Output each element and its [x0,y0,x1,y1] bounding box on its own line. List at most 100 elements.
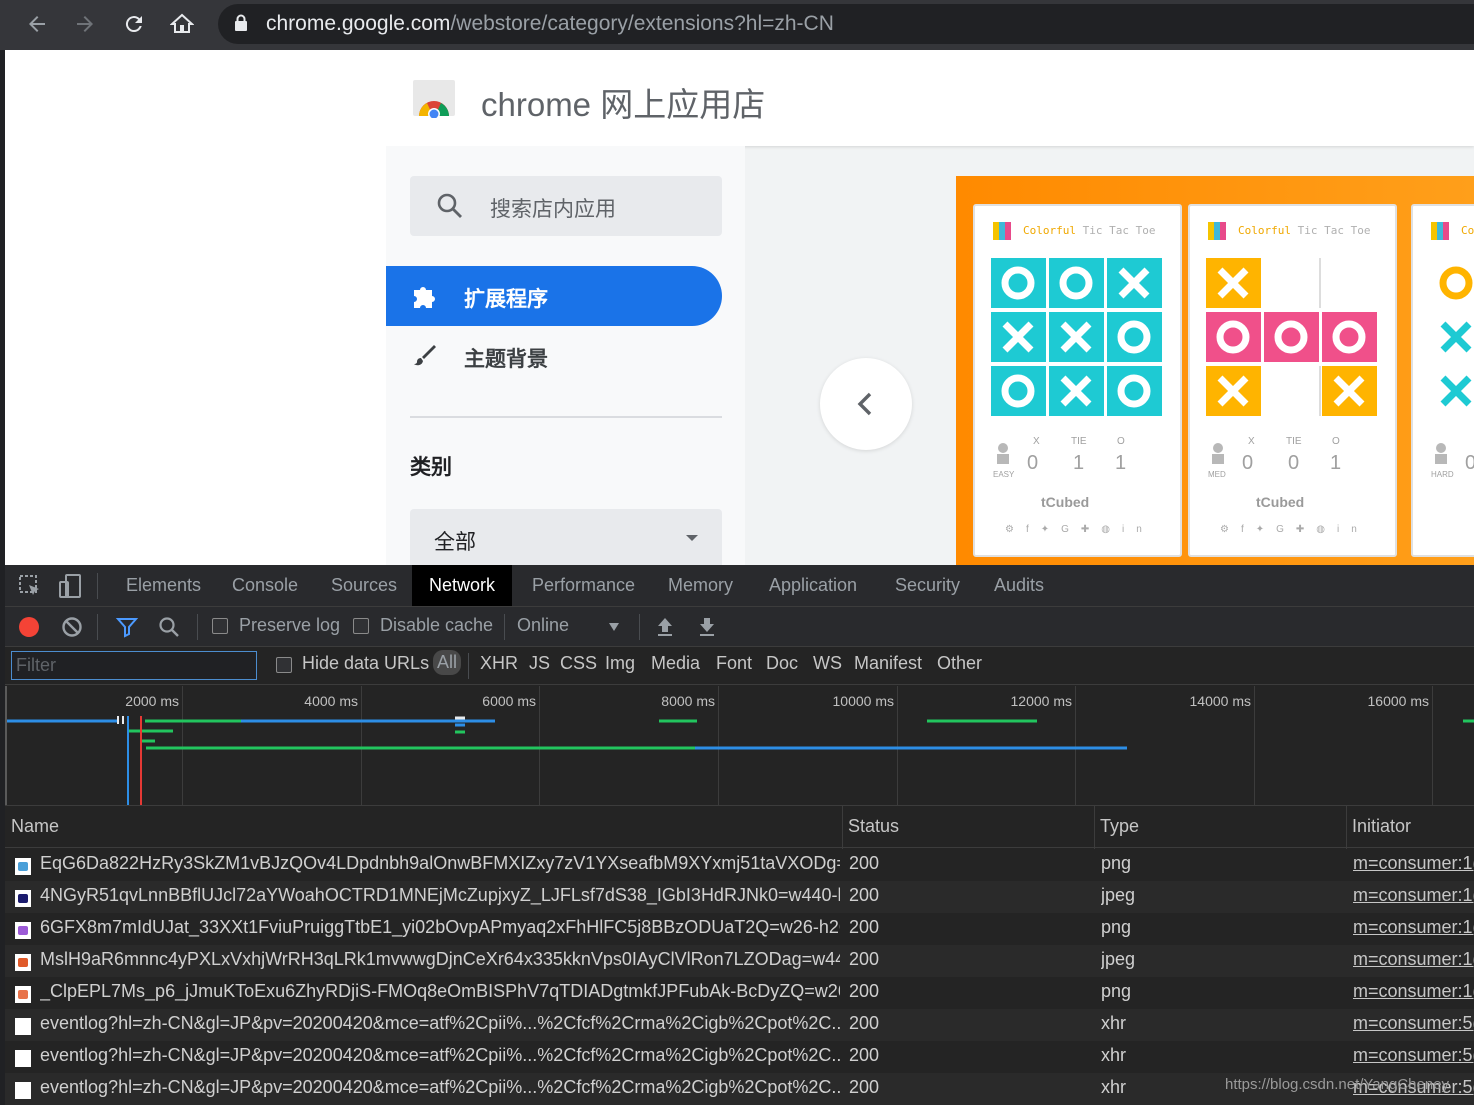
tab-audits[interactable]: Audits [977,565,1061,606]
request-name: MslH9aR6mnnc4yPXLxVxhjWrRH3qLRk1mvwwgDjn… [40,949,840,969]
game-card: Colorful Tic Tac Toe MED X TIE O 0 0 1 t… [1188,204,1397,557]
preserve-log-checkbox[interactable] [212,618,228,634]
request-initiator[interactable]: m=consumer:1( [1353,981,1474,1002]
type-filter-all[interactable]: All [433,650,462,675]
request-status: 200 [849,885,880,905]
table-row[interactable]: eventlog?hl=zh-CN&gl=JP&pv=20200420&mce=… [5,1041,1474,1073]
social-icons: ⚙f✦G✚◍in [1220,524,1369,535]
card-title-rest: Tic Tac Toe [1082,224,1156,237]
social-icons: ⚙f✦G✚◍in [1005,524,1154,535]
tab-console[interactable]: Console [215,565,315,606]
tie-stat-label: TIE [1071,436,1087,447]
request-type: xhr [1101,1013,1127,1033]
webstore-logo[interactable] [411,78,457,118]
category-select[interactable]: 全部 [410,509,722,565]
tab-security[interactable]: Security [878,565,977,606]
table-row[interactable]: EqG6Da822HzRy3SkZM1vBJzQOv4LDpdnbh9alOnw… [5,849,1474,881]
request-name: eventlog?hl=zh-CN&gl=JP&pv=20200420&mce=… [40,1045,840,1065]
card-title: Colorful [1461,224,1474,237]
filter-input[interactable]: Filter [11,651,257,680]
type-filter-doc[interactable]: Doc [766,653,798,674]
difficulty-label: MED [1208,470,1226,479]
reload-button[interactable] [117,7,151,41]
column-header-status[interactable]: Status [848,816,899,837]
brand-name: tCubed [1041,494,1090,510]
disable-cache-checkbox[interactable] [353,618,369,634]
brush-icon [414,345,436,366]
request-type: xhr [1101,1045,1127,1065]
featured-banner[interactable]: Colorful Tic Tac Toe EASY X TIE O 0 1 1 … [956,176,1474,565]
nav-themes[interactable]: 主题背景 [386,326,722,386]
table-row[interactable]: 4NGyR51qvLnnBBflUJcl72aYWoahOCTRD1MNEjMc… [5,881,1474,913]
tab-performance[interactable]: Performance [515,565,652,606]
game-logo-icon [1208,222,1226,240]
hide-data-urls-checkbox[interactable] [276,657,292,673]
address-bar[interactable]: chrome.google.com/webstore/category/exte… [218,4,1474,44]
type-filter-media[interactable]: Media [651,653,700,674]
home-button[interactable] [165,7,199,41]
home-icon [169,13,195,33]
o-score: 1 [1115,452,1127,474]
record-button[interactable] [19,617,39,637]
table-row[interactable]: MslH9aR6mnnc4yPXLxVxhjWrRH3qLRk1mvwwgDjn… [5,945,1474,977]
difficulty-label: EASY [993,470,1015,479]
nav-extensions[interactable]: 扩展程序 [386,266,722,326]
request-initiator[interactable]: m=consumer:1( [1353,853,1474,874]
player-icon [997,443,1009,464]
tab-elements[interactable]: Elements [109,565,218,606]
o-stat-label: O [1332,436,1340,447]
tab-sources[interactable]: Sources [314,565,414,606]
request-initiator[interactable]: m=consumer:1( [1353,885,1474,906]
network-overview[interactable]: 2000 ms 4000 ms 6000 ms 8000 ms 10000 ms… [5,686,1474,806]
request-initiator[interactable]: m=consumer:5( [1353,1013,1474,1034]
nav-themes-label: 主题背景 [464,348,548,371]
type-filter-ws[interactable]: WS [813,653,842,674]
type-filter-img[interactable]: Img [605,653,635,674]
x-score: 0 [1465,452,1474,475]
clear-icon[interactable] [60,615,84,639]
store-search-input[interactable]: 搜索店内应用 [410,176,722,236]
type-filter-xhr[interactable]: XHR [480,653,518,674]
column-header-initiator[interactable]: Initiator [1352,816,1411,837]
type-filter-js[interactable]: JS [529,653,550,674]
type-filter-font[interactable]: Font [716,653,752,674]
request-type: jpeg [1101,949,1136,969]
request-type: png [1101,917,1132,937]
search-icon[interactable] [157,615,181,639]
column-header-type[interactable]: Type [1100,816,1139,837]
table-row[interactable]: _ClpEPL7Ms_p6_jJmuKToExu6ZhyRDjiS-FMOq8e… [5,977,1474,1009]
x-stat-label: X [1033,436,1040,447]
brand-name: tCubed [1256,494,1305,510]
toolbar-separator [97,614,98,640]
request-initiator[interactable]: m=consumer:5( [1353,1045,1474,1066]
request-type: jpeg [1101,885,1136,905]
request-type: png [1101,981,1132,1001]
device-toolbar-icon[interactable] [57,573,83,599]
type-filter-css[interactable]: CSS [560,653,597,674]
inspect-element-icon[interactable] [17,573,43,599]
column-header-name[interactable]: Name [11,816,59,837]
request-initiator[interactable]: m=consumer:1( [1353,949,1474,970]
throttling-select[interactable]: Online [515,607,625,647]
request-name: 4NGyR51qvLnnBBflUJcl72aYWoahOCTRD1MNEjMc… [40,885,840,905]
game-logo-icon [1431,222,1449,240]
x-score: 0 [1027,452,1039,474]
back-button[interactable] [20,7,54,41]
forward-button[interactable] [68,7,102,41]
table-row[interactable]: 6GFX8m7mIdUJat_33XXt1FviuPruiggTtbE1_yi0… [5,913,1474,945]
score-panel: HARD 0 [1431,442,1474,482]
carousel-prev-button[interactable] [820,358,912,450]
request-initiator[interactable]: m=consumer:1( [1353,917,1474,938]
type-filter-other[interactable]: Other [937,653,982,674]
tab-application[interactable]: Application [752,565,874,606]
player-icon [1435,443,1447,464]
filter-icon[interactable] [115,615,139,639]
tab-memory[interactable]: Memory [651,565,750,606]
image-file-icon [15,858,31,875]
request-status: 200 [849,949,880,969]
type-filter-manifest[interactable]: Manifest [854,653,922,674]
export-har-icon[interactable] [695,615,719,639]
import-har-icon[interactable] [653,615,677,639]
table-row[interactable]: eventlog?hl=zh-CN&gl=JP&pv=20200420&mce=… [5,1009,1474,1041]
tab-network[interactable]: Network [412,565,513,606]
